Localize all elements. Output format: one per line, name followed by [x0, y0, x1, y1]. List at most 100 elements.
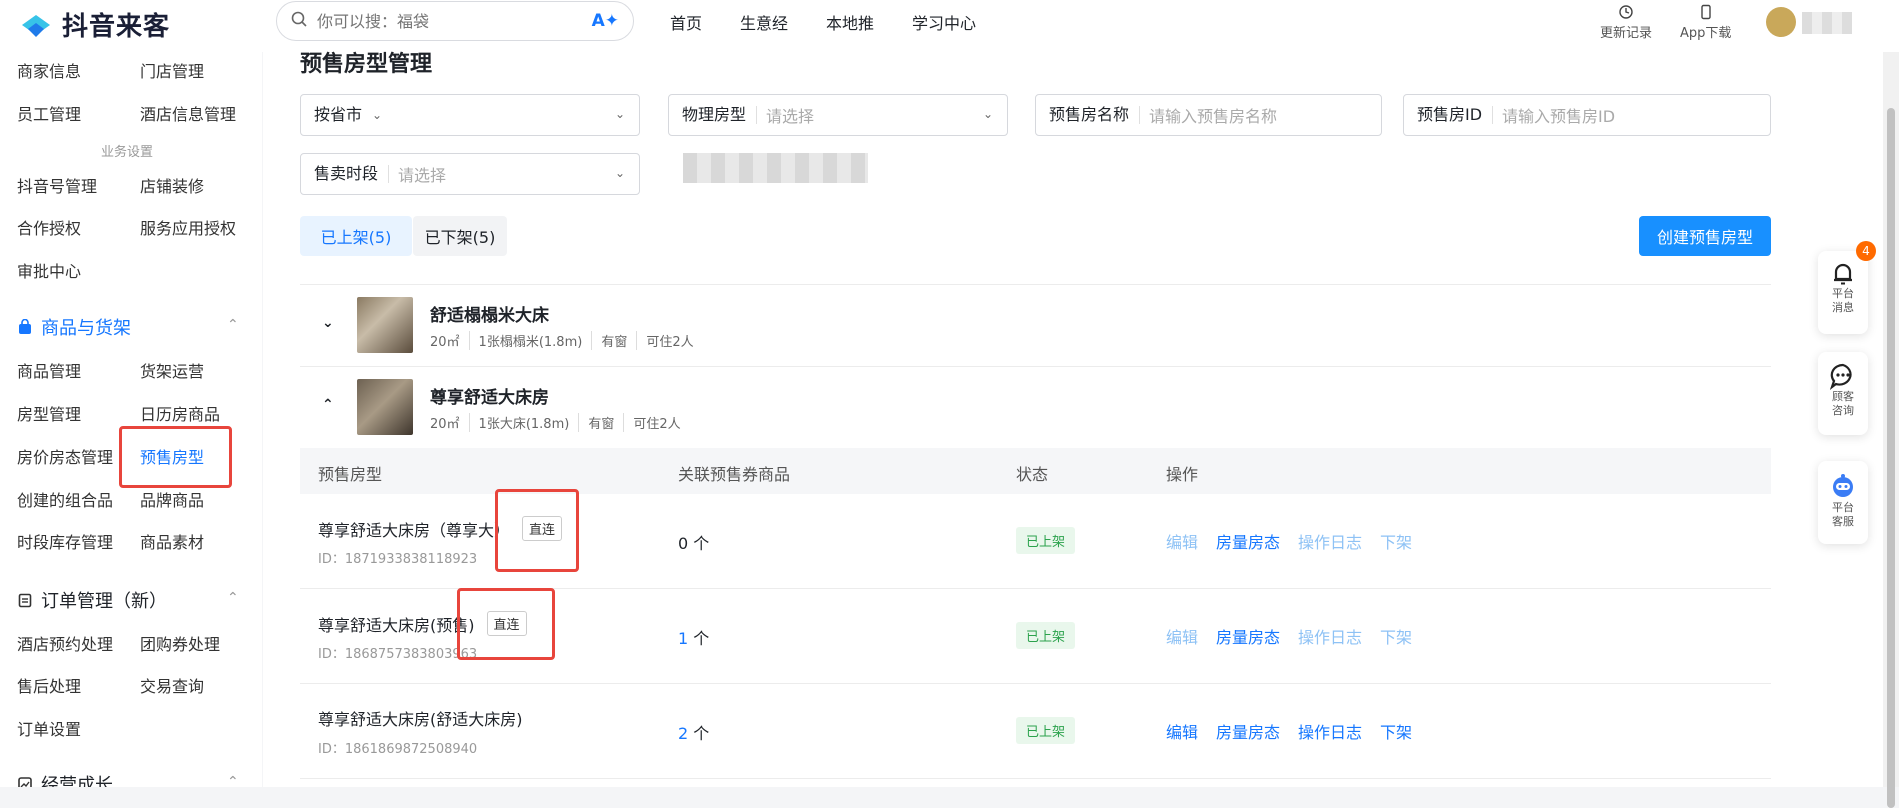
- tab-listed[interactable]: 已上架(5): [300, 216, 412, 256]
- sidebar-item-after-sales[interactable]: 售后处理: [17, 673, 81, 697]
- status-badge: 已上架: [1016, 622, 1076, 649]
- sidebar-item-room-type-mgmt[interactable]: 房型管理: [17, 401, 81, 425]
- sidebar-item-voucher[interactable]: 团购券处理: [140, 631, 220, 655]
- sidebar-item-combo[interactable]: 创建的组合品: [17, 487, 113, 511]
- nav-learning[interactable]: 学习中心: [912, 10, 976, 34]
- user-name-redacted[interactable]: [1802, 12, 1852, 34]
- global-search[interactable]: A✦: [276, 1, 634, 41]
- physical-room-placeholder: 请选择: [766, 107, 815, 126]
- sidebar-item-price-status[interactable]: 房价房态管理: [17, 444, 113, 468]
- sidebar-group-growth[interactable]: 经营成长: [17, 771, 113, 787]
- search-input[interactable]: [317, 11, 577, 31]
- edit-link[interactable]: 编辑: [1166, 719, 1198, 743]
- sidebar-group-goods[interactable]: 商品与货架: [17, 314, 131, 340]
- chevron-down-icon[interactable]: ⌄: [322, 315, 334, 331]
- sidebar-item-merchant-info[interactable]: 商家信息: [17, 58, 81, 82]
- room-status-link[interactable]: 房量房态: [1216, 719, 1280, 743]
- unlist-link[interactable]: 下架: [1380, 719, 1412, 743]
- app-download-button[interactable]: App下载: [1680, 0, 1731, 41]
- message-count-badge: 4: [1856, 241, 1876, 261]
- chevron-down-icon: ⌄: [982, 107, 993, 121]
- room-group-deluxe[interactable]: ⌃ 尊享舒适大床房 20㎡ 1张大床(1.8m) 有窗 可住2人: [300, 366, 1771, 448]
- room-bed: 1张大床(1.8m): [468, 413, 579, 432]
- linked-count[interactable]: 1 个: [678, 625, 709, 649]
- sidebar-item-calendar-room[interactable]: 日历房商品: [140, 401, 220, 425]
- update-log-label: 更新记录: [1600, 26, 1653, 41]
- room-status-link[interactable]: 房量房态: [1216, 624, 1280, 648]
- clipboard-icon: [18, 593, 32, 608]
- nav-business[interactable]: 生意经: [740, 10, 788, 34]
- sidebar-item-product-mgmt[interactable]: 商品管理: [17, 358, 81, 382]
- bell-icon: [1834, 263, 1852, 285]
- edit-link[interactable]: 编辑: [1166, 624, 1198, 648]
- customer-consult-button[interactable]: 顾客咨询: [1818, 352, 1868, 435]
- sidebar-item-hotel-booking[interactable]: 酒店预约处理: [17, 631, 113, 655]
- sidebar-item-shelf-ops[interactable]: 货架运营: [140, 358, 204, 382]
- chevron-up-icon[interactable]: ⌃: [322, 397, 334, 413]
- platform-messages-button[interactable]: 4 平台消息: [1818, 241, 1876, 334]
- platform-service-button[interactable]: 平台客服: [1818, 461, 1868, 544]
- app-download-label: App下载: [1680, 26, 1732, 41]
- room-status-link[interactable]: 房量房态: [1216, 529, 1280, 553]
- sidebar-item-partner-auth[interactable]: 合作授权: [17, 215, 81, 239]
- province-filter[interactable]: 按省市 ⌄ ⌄: [300, 94, 640, 136]
- scrollbar-thumb[interactable]: [1887, 108, 1895, 808]
- sidebar-item-materials[interactable]: 商品素材: [140, 529, 204, 553]
- chevron-up-icon[interactable]: ⌃: [227, 590, 239, 606]
- highlight-box: [119, 426, 232, 488]
- sidebar-item-shop-decor[interactable]: 店铺装修: [140, 173, 204, 197]
- row-actions: 编辑 房量房态 操作日志 下架: [1166, 719, 1412, 743]
- sidebar-item-staff-mgmt[interactable]: 员工管理: [17, 101, 81, 125]
- linked-count-num[interactable]: 2: [678, 724, 688, 743]
- table-row: 尊享舒适大床房(舒适大床房) ID：1861869872508940 2 个 已…: [300, 684, 1771, 779]
- update-log-button[interactable]: 更新记录: [1600, 0, 1652, 41]
- header-linked-goods: 关联预售券商品: [678, 465, 791, 484]
- physical-room-select[interactable]: 物理房型 请选择 ⌄: [668, 94, 1008, 136]
- sidebar-item-hotel-info[interactable]: 酒店信息管理: [140, 101, 236, 125]
- sidebar-item-order-settings[interactable]: 订单设置: [17, 716, 81, 740]
- vertical-scrollbar[interactable]: [1883, 52, 1899, 808]
- tab-unlisted[interactable]: 已下架(5): [413, 216, 507, 256]
- row-name: 尊享舒适大床房（尊享大）: [318, 520, 511, 540]
- app-logo[interactable]: 抖音来客: [18, 6, 170, 43]
- ai-search-icon[interactable]: A✦: [592, 11, 619, 31]
- sidebar-group-orders[interactable]: 订单管理（新）: [17, 587, 167, 613]
- user-avatar[interactable]: [1766, 7, 1796, 37]
- table-header: 预售房型 关联预售券商品 状态 操作: [300, 448, 1771, 494]
- linked-count[interactable]: 2 个: [678, 720, 709, 744]
- operation-log-link[interactable]: 操作日志: [1298, 719, 1362, 743]
- presale-id-field[interactable]: 预售房ID 请输入预售房ID: [1403, 94, 1771, 136]
- service-robot-icon: [1833, 474, 1853, 497]
- presale-name-label: 预售房名称: [1036, 106, 1141, 124]
- sidebar-item-time-inventory[interactable]: 时段库存管理: [17, 529, 113, 553]
- create-presale-room-button[interactable]: 创建预售房型: [1639, 216, 1771, 256]
- logo-icon: [18, 11, 54, 39]
- chevron-up-icon[interactable]: ⌃: [227, 774, 239, 787]
- sidebar-item-douyin-account[interactable]: 抖音号管理: [17, 173, 97, 197]
- sidebar-item-brand-goods[interactable]: 品牌商品: [140, 487, 204, 511]
- shopping-bag-icon: [19, 319, 31, 334]
- nav-home[interactable]: 首页: [670, 10, 702, 34]
- chevron-up-icon[interactable]: ⌃: [227, 317, 239, 333]
- sidebar-item-store-mgmt[interactable]: 门店管理: [140, 58, 204, 82]
- linked-count-num[interactable]: 1: [678, 629, 688, 648]
- edit-link[interactable]: 编辑: [1166, 529, 1198, 553]
- presale-id-placeholder[interactable]: 请输入预售房ID: [1493, 103, 1770, 127]
- sale-period-select[interactable]: 售卖时段 请选择 ⌄: [300, 153, 640, 195]
- presale-name-field[interactable]: 预售房名称 请输入预售房名称: [1035, 94, 1382, 136]
- sale-period-placeholder: 请选择: [398, 166, 447, 185]
- sidebar-item-transaction[interactable]: 交易查询: [140, 673, 204, 697]
- presale-name-placeholder[interactable]: 请输入预售房名称: [1140, 103, 1381, 127]
- unlist-link[interactable]: 下架: [1380, 529, 1412, 553]
- sidebar: 商家信息 门店管理 员工管理 酒店信息管理 业务设置 抖音号管理 店铺装修 合作…: [0, 52, 262, 787]
- room-group-tatami[interactable]: ⌄ 舒适榻榻米大床 20㎡ 1张榻榻米(1.8m) 有窗 可住2人: [300, 284, 1771, 366]
- operation-log-link[interactable]: 操作日志: [1298, 624, 1362, 648]
- nav-local-promo[interactable]: 本地推: [826, 10, 874, 34]
- sale-period-label: 售卖时段: [301, 165, 390, 183]
- sidebar-item-app-auth[interactable]: 服务应用授权: [140, 215, 236, 239]
- row-actions: 编辑 房量房态 操作日志 下架: [1166, 624, 1412, 648]
- operation-log-link[interactable]: 操作日志: [1298, 529, 1362, 553]
- unlist-link[interactable]: 下架: [1380, 624, 1412, 648]
- room-title: 舒适榻榻米大床: [430, 306, 549, 326]
- sidebar-item-approval[interactable]: 审批中心: [17, 258, 81, 282]
